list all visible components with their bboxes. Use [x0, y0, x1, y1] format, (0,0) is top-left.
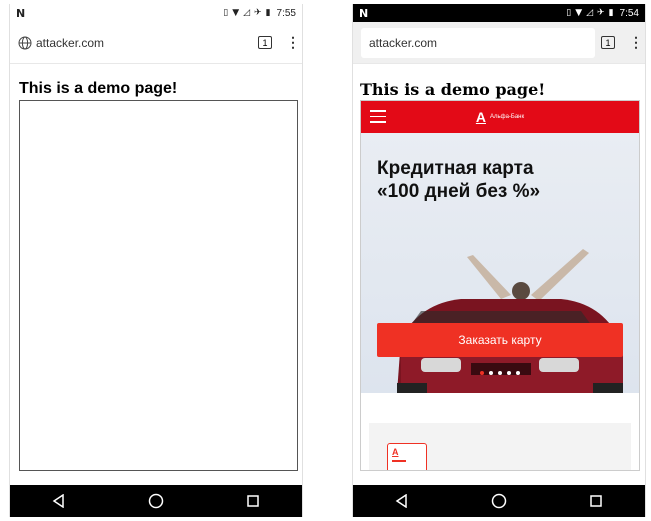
- home-icon[interactable]: [146, 491, 166, 511]
- tabs-icon[interactable]: 1: [601, 36, 615, 49]
- wifi-icon: ▼: [575, 8, 583, 18]
- card-icon-glyph: А: [392, 447, 399, 457]
- url-bar[interactable]: attacker.com: [18, 28, 258, 58]
- airplane-icon: ✈: [597, 8, 605, 18]
- home-icon[interactable]: [489, 491, 509, 511]
- recents-icon[interactable]: [243, 491, 263, 511]
- overflow-menu-icon[interactable]: ⋮: [629, 34, 643, 51]
- notification-icon: N: [359, 6, 369, 20]
- order-card-button[interactable]: Заказать карту: [377, 323, 623, 357]
- phone-screen-right: N ▯ ▼ ◿ ✈ ▮ 7:54 attacker.com 1 ⋮ This i…: [352, 4, 646, 517]
- vibrate-icon: ▯: [223, 8, 229, 18]
- status-icons: ▯ ▼ ◿ ✈ ▮ 7:55: [223, 8, 296, 19]
- no-signal-icon: ◿: [586, 8, 594, 18]
- carousel-dots[interactable]: [361, 371, 639, 375]
- back-icon[interactable]: [49, 491, 69, 511]
- url-bar[interactable]: attacker.com: [361, 27, 595, 58]
- clock: 7:54: [619, 7, 639, 19]
- tabs-icon[interactable]: 1: [258, 36, 272, 49]
- android-nav-bar: [353, 485, 645, 517]
- battery-icon: ▮: [608, 8, 614, 18]
- bank-logo[interactable]: А Альфа-Банк: [476, 109, 524, 125]
- status-icons: ▯ ▼ ◿ ✈ ▮ 7:54: [566, 8, 639, 19]
- overflow-menu-icon[interactable]: ⋮: [286, 34, 300, 51]
- empty-iframe: [19, 100, 298, 471]
- url-text: attacker.com: [36, 35, 105, 50]
- carousel-dot[interactable]: [498, 371, 502, 375]
- no-signal-icon: ◿: [243, 8, 251, 18]
- airplane-icon: ✈: [254, 8, 262, 18]
- back-icon[interactable]: [392, 491, 412, 511]
- convertible-car-illustration: [397, 249, 623, 393]
- phone-screen-left: N ▯ ▼ ◿ ✈ ▮ 7:55 attacker.com 1 ⋮ This i…: [9, 4, 303, 517]
- product-card[interactable]: А: [369, 423, 631, 470]
- vibrate-icon: ▯: [566, 8, 572, 18]
- browser-toolbar: attacker.com 1 ⋮: [10, 22, 302, 64]
- clock: 7:55: [276, 7, 296, 19]
- status-bar: N ▯ ▼ ◿ ✈ ▮ 7:55: [10, 4, 302, 22]
- promo-title-line-1: Кредитная карта: [377, 158, 534, 179]
- recents-icon[interactable]: [586, 491, 606, 511]
- bank-header: А Альфа-Банк: [361, 101, 639, 133]
- carousel-dot[interactable]: [489, 371, 493, 375]
- card-icon-bar: [392, 460, 406, 462]
- status-bar: N ▯ ▼ ◿ ✈ ▮ 7:54: [353, 4, 645, 22]
- promo-title: Кредитная карта «100 дней без %»: [377, 157, 617, 203]
- hamburger-icon[interactable]: [370, 110, 386, 127]
- page-title: This is a demo page!: [360, 80, 546, 99]
- url-text: attacker.com: [369, 35, 438, 50]
- page-title: This is a demo page!: [19, 80, 178, 97]
- carousel-dot[interactable]: [507, 371, 511, 375]
- wifi-icon: ▼: [232, 8, 240, 18]
- card-product-icon: А: [387, 443, 427, 470]
- promo-banner: Кредитная карта «100 дней без %» Заказат…: [361, 133, 639, 393]
- android-nav-bar: [10, 485, 302, 517]
- notification-icon: N: [16, 6, 26, 20]
- carousel-dot-active[interactable]: [480, 371, 484, 375]
- carousel-dot[interactable]: [516, 371, 520, 375]
- browser-toolbar: attacker.com 1 ⋮: [353, 22, 645, 64]
- embedded-bank-iframe: А Альфа-Банк Кредитная карта «100 дней б…: [360, 100, 640, 471]
- promo-title-line-2: «100 дней без %»: [377, 181, 541, 202]
- battery-icon: ▮: [265, 8, 271, 18]
- bank-logo-name: Альфа-Банк: [490, 114, 525, 120]
- bank-logo-glyph: А: [475, 109, 486, 125]
- globe-icon: [18, 36, 32, 49]
